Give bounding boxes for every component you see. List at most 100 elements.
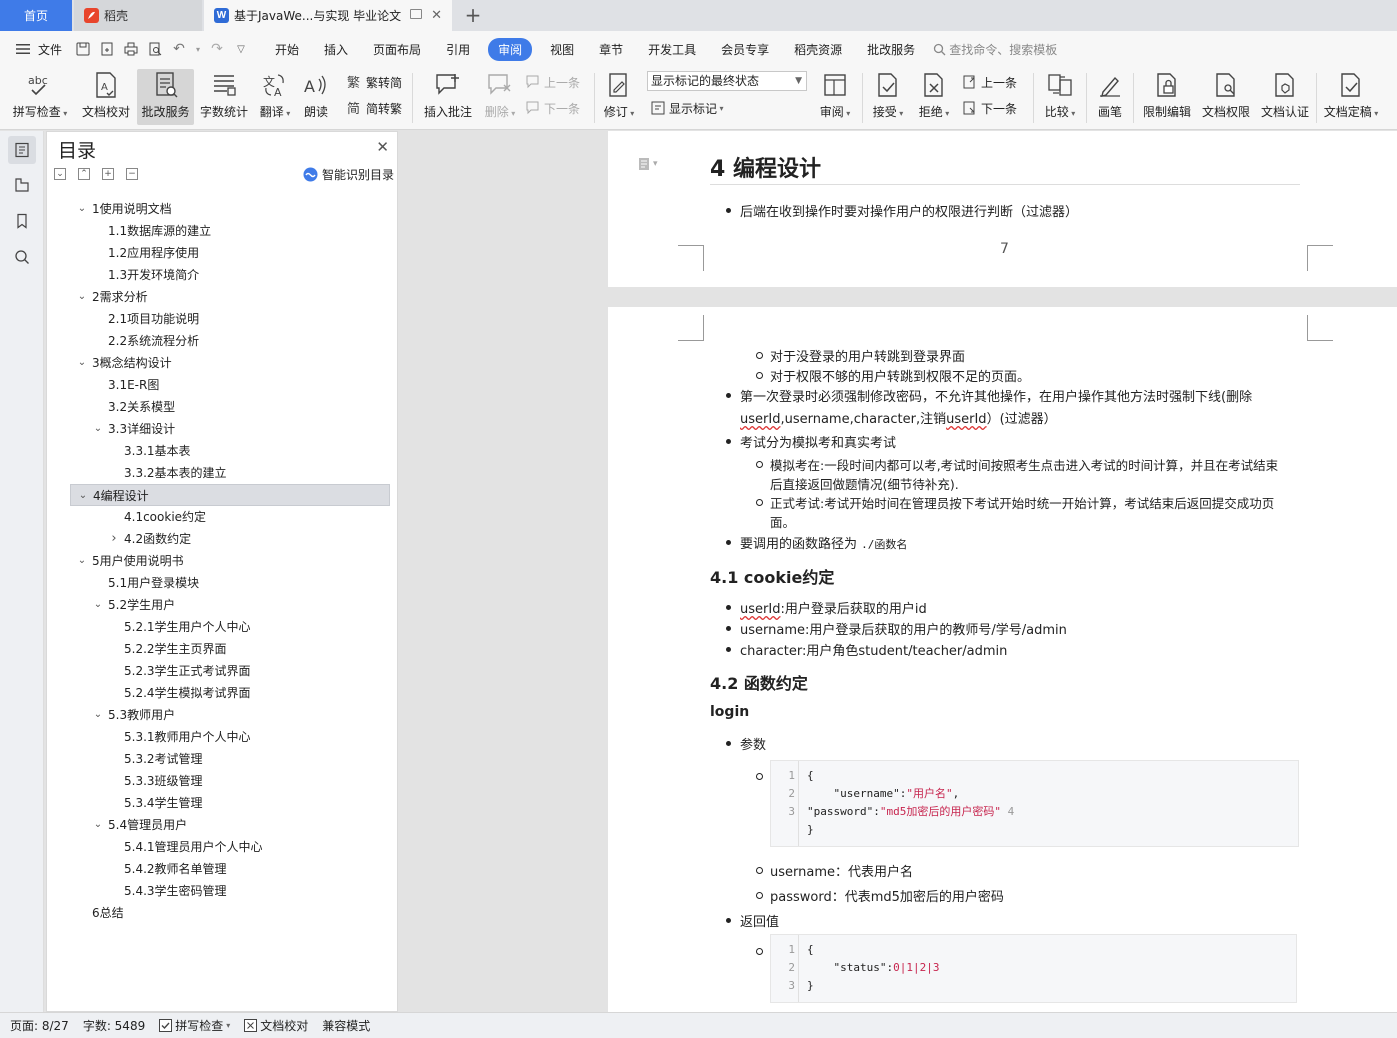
chevron-down-icon[interactable]: ⌄ — [92, 814, 104, 836]
review-pane-button[interactable]: 审阅 ▾ — [815, 69, 855, 125]
toc-item[interactable]: 5.4.3学生密码管理 — [70, 880, 390, 902]
tab-close-icon[interactable]: ✕ — [431, 8, 442, 23]
spell-check-toggle[interactable]: 拼写检查 ▾ — [159, 1017, 230, 1034]
accept-button[interactable]: 接受 ▾ — [868, 69, 908, 125]
expand-all-icon[interactable]: ⌄ — [54, 168, 66, 180]
menu-review[interactable]: 审阅 — [488, 37, 533, 61]
redo-icon[interactable]: ↷ — [208, 40, 226, 58]
new-tab-button[interactable]: + — [462, 3, 484, 27]
expand-level-icon[interactable]: + — [102, 168, 114, 180]
collapse-all-icon[interactable]: ⌃ — [78, 168, 90, 180]
print-icon[interactable] — [122, 40, 140, 58]
chevron-down-icon[interactable]: ⌄ — [92, 418, 104, 440]
toc-item[interactable]: ⌄ 5.4管理员用户 — [70, 814, 390, 836]
word-count-button[interactable]: 字数统计 — [197, 69, 251, 125]
collapse-level-icon[interactable]: − — [126, 168, 138, 180]
find-button[interactable] — [8, 243, 36, 271]
spell-check-button[interactable]: abc 拼写检查 ▾ — [9, 69, 71, 125]
chevron-down-icon[interactable]: ⌄ — [92, 704, 104, 726]
file-menu[interactable]: 文件 — [38, 41, 62, 58]
restrict-editing-button[interactable]: 限制编辑 — [1140, 69, 1194, 125]
chevron-down-icon[interactable]: ⌄ — [92, 594, 104, 616]
toc-item[interactable]: 3.1E-R图 — [70, 374, 390, 396]
document-finalize-button[interactable]: 文档定稿 ▾ — [1321, 69, 1381, 125]
toc-item[interactable]: ⌄ 5.3教师用户 — [70, 704, 390, 726]
toc-item[interactable]: 2.1项目功能说明 — [70, 308, 390, 330]
toc-item[interactable]: 5.4.2教师名单管理 — [70, 858, 390, 880]
toc-item[interactable]: 4.1cookie约定 — [70, 506, 390, 528]
menu-chapter[interactable]: 章节 — [592, 38, 630, 61]
menu-member[interactable]: 会员专享 — [714, 38, 776, 61]
paragraph-format-icon[interactable]: ▾ — [638, 157, 658, 171]
toc-item[interactable]: 1.1数据库源的建立 — [70, 220, 390, 242]
toc-item[interactable]: ⌄ 5.2学生用户 — [70, 594, 390, 616]
toc-item[interactable]: 1.3开发环境简介 — [70, 264, 390, 286]
toc-item[interactable]: 3.3.2基本表的建立 — [70, 462, 390, 484]
toc-item[interactable]: 5.4.1管理员用户个人中心 — [70, 836, 390, 858]
menu-start[interactable]: 开始 — [268, 38, 306, 61]
toc-item[interactable]: 5.2.4学生模拟考试界面 — [70, 682, 390, 704]
smart-toc-button[interactable]: 智能识别目录 — [303, 166, 394, 183]
document-auth-button[interactable]: 文档认证 — [1258, 69, 1312, 125]
toc-item[interactable]: 1.2应用程序使用 — [70, 242, 390, 264]
translate-button[interactable]: 文A 翻译 ▾ — [255, 69, 295, 125]
previous-comment-button[interactable]: 上一条 — [525, 71, 580, 93]
code-block-params[interactable]: 1{2 "username":"用户名", 3 "password":"md5加密后… — [770, 760, 1299, 847]
previous-change-button[interactable]: 上一条 — [962, 71, 1017, 93]
toc-item[interactable]: 5.1用户登录模块 — [70, 572, 390, 594]
tab-home[interactable]: 首页 — [0, 0, 72, 31]
delete-comment-button[interactable]: 删除 ▾ — [481, 69, 519, 125]
toc-item[interactable]: 3.2关系模型 — [70, 396, 390, 418]
chapter-nav-button[interactable] — [8, 171, 36, 199]
tab-daoke[interactable]: 稻壳 — [74, 0, 202, 31]
track-changes-button[interactable]: 修订 ▾ — [600, 69, 638, 125]
page-indicator[interactable]: 页面: 8/27 — [10, 1017, 69, 1034]
menu-correction-service[interactable]: 批改服务 — [860, 38, 922, 61]
correction-service-button[interactable]: 批改服务 — [137, 69, 194, 125]
next-change-button[interactable]: 下一条 — [962, 97, 1017, 119]
chevron-down-icon[interactable]: ⌄ — [77, 485, 89, 507]
toc-item[interactable]: 5.3.2考试管理 — [70, 748, 390, 770]
bookmark-button[interactable] — [8, 207, 36, 235]
code-block-return[interactable]: 1{2 "status":0|1|2|3 3} — [770, 934, 1297, 1003]
chevron-down-icon[interactable]: ⌄ — [76, 286, 88, 308]
menu-developer[interactable]: 开发工具 — [641, 38, 703, 61]
markup-state-select[interactable]: 显示标记的最终状态 ▼ — [647, 71, 807, 91]
toc-item[interactable]: ⌄ 3概念结构设计 — [70, 352, 390, 374]
tab-document[interactable]: W 基于JavaWe...与实现 毕业论文 ✕ — [204, 0, 452, 31]
toc-item[interactable]: ⌄ 1使用说明文档 — [70, 198, 390, 220]
toc-item[interactable]: ⌄ 3.3详细设计 — [70, 418, 390, 440]
export-icon[interactable] — [98, 40, 116, 58]
word-count-indicator[interactable]: 字数: 5489 — [83, 1017, 145, 1034]
close-icon[interactable]: ✕ — [376, 138, 389, 156]
compare-button[interactable]: 比较 ▾ — [1040, 69, 1080, 125]
command-search[interactable]: 查找命令、搜索模板 — [933, 41, 1057, 58]
chevron-right-icon[interactable]: › — [108, 528, 120, 550]
toc-item[interactable]: 5.3.4学生管理 — [70, 792, 390, 814]
toc-item[interactable]: 5.3.3班级管理 — [70, 770, 390, 792]
undo-icon[interactable]: ↶ — [170, 40, 188, 58]
read-aloud-button[interactable]: A 朗读 — [300, 69, 332, 125]
toc-item[interactable]: 3.3.1基本表 — [70, 440, 390, 462]
document-permission-button[interactable]: 文档权限 — [1199, 69, 1253, 125]
next-comment-button[interactable]: 下一条 — [525, 97, 580, 119]
show-markup-button[interactable]: 显示标记 ▾ — [650, 97, 724, 119]
toc-item[interactable]: 6总结 — [70, 902, 390, 924]
toc-item[interactable]: 5.2.3学生正式考试界面 — [70, 660, 390, 682]
simplified-to-traditional-button[interactable]: 简 简转繁 — [347, 97, 402, 119]
toc-item[interactable]: › 4.2函数约定 — [70, 528, 390, 550]
toc-item[interactable]: ⌄ 2需求分析 — [70, 286, 390, 308]
menu-insert[interactable]: 插入 — [317, 38, 355, 61]
chevron-down-icon[interactable]: ⌄ — [76, 550, 88, 572]
toc-item[interactable]: 5.2.2学生主页界面 — [70, 638, 390, 660]
quick-access-dropdown-icon[interactable]: ▽ — [232, 40, 250, 58]
pen-button[interactable]: 画笔 — [1094, 69, 1126, 125]
chevron-down-icon[interactable]: ⌄ — [76, 352, 88, 374]
toc-item[interactable]: 5.3.1教师用户个人中心 — [70, 726, 390, 748]
chevron-down-icon[interactable]: ⌄ — [76, 198, 88, 220]
menu-page-layout[interactable]: 页面布局 — [366, 38, 428, 61]
menu-references[interactable]: 引用 — [439, 38, 477, 61]
toc-item[interactable]: 5.2.1学生用户个人中心 — [70, 616, 390, 638]
toc-item[interactable]: ⌄ 5用户使用说明书 — [70, 550, 390, 572]
reject-button[interactable]: 拒绝 ▾ — [914, 69, 954, 125]
